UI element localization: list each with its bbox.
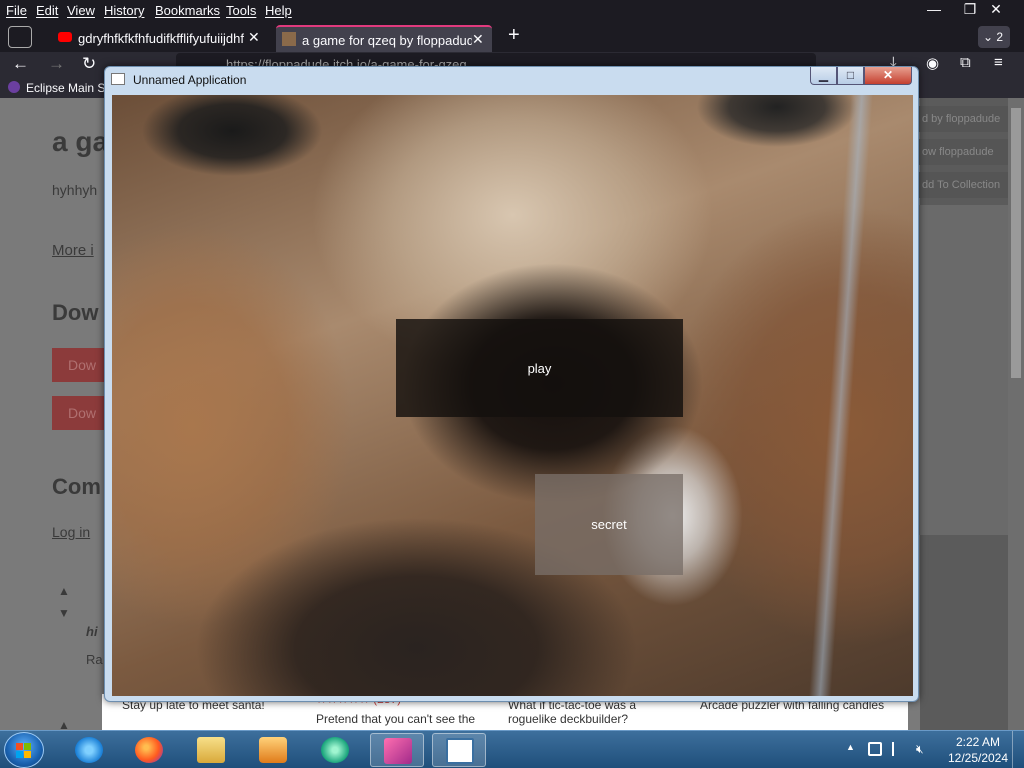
download-button[interactable]: Dow	[52, 348, 112, 382]
upvote-icon[interactable]: ▲	[58, 718, 70, 730]
app-titlebar[interactable]: Unnamed Application ▁ □ ✕	[105, 67, 918, 93]
eclipse-icon	[8, 81, 20, 93]
secret-button[interactable]: secret	[535, 474, 683, 575]
more-info-link[interactable]: More i	[52, 242, 94, 259]
comments-heading: Com	[52, 474, 101, 499]
secret-button-label: secret	[591, 517, 627, 532]
bookmark-item[interactable]: Eclipse Main Si	[26, 81, 108, 95]
media-player-icon	[259, 737, 287, 763]
youtube-icon	[58, 32, 72, 42]
taskbar-media-player[interactable]	[246, 733, 300, 767]
play-button[interactable]: play	[396, 319, 683, 417]
scrollbar-thumb[interactable]	[1011, 108, 1021, 378]
app-maximize-button[interactable]: □	[837, 67, 864, 85]
taskbar-internet-explorer[interactable]	[62, 733, 116, 767]
menu-tools[interactable]: Tools	[226, 3, 256, 18]
tab-label: a game for qzeq by floppadude	[302, 33, 472, 48]
menu-edit[interactable]: Edit	[36, 3, 58, 18]
show-desktop-button[interactable]	[1012, 731, 1024, 768]
network-icon[interactable]	[868, 742, 882, 756]
tab-itch-game[interactable]: a game for qzeq by floppadude ✕	[276, 25, 492, 52]
tab-close-icon[interactable]: ✕	[248, 29, 260, 46]
system-tray: ▲ 🔇︎ 2:22 AM 12/25/2024	[840, 731, 1024, 768]
by-author-button[interactable]: d by floppadude	[918, 106, 1008, 132]
comment-user: hi	[86, 624, 98, 639]
action-center-flag-icon[interactable]	[892, 742, 906, 756]
play-button-label: play	[527, 360, 552, 376]
chevron-down-icon: ⌄	[983, 30, 997, 44]
new-tab-button[interactable]: +	[508, 24, 520, 47]
menu-bookmarks[interactable]: Bookmarks	[155, 3, 220, 18]
menu-history[interactable]: History	[104, 3, 144, 18]
clock-date[interactable]: 12/25/2024	[942, 751, 1014, 765]
app-title: Unnamed Application	[133, 73, 247, 87]
extensions-icon[interactable]: ⧉	[960, 54, 971, 71]
forward-arrow-icon[interactable]: →	[48, 54, 65, 74]
internet-explorer-icon	[75, 737, 103, 763]
taskbar-unnamed-application[interactable]	[432, 733, 486, 767]
back-arrow-icon[interactable]: ←	[12, 54, 29, 74]
clock-time[interactable]: 2:22 AM	[948, 735, 1008, 749]
comment-text: Ra	[86, 652, 103, 667]
follow-button[interactable]: ow floppadude	[918, 139, 1008, 165]
page-scrollbar[interactable]	[1008, 98, 1024, 730]
tab-label: gdryfhfkfkfhfudifkfflifyufuiijdhf	[78, 31, 244, 46]
account-icon[interactable]: ◉	[926, 54, 939, 72]
browser-minimize-button[interactable]: —	[916, 0, 952, 20]
background-photo-streak	[808, 95, 874, 696]
app-minimize-button[interactable]: ▁	[810, 67, 837, 85]
hamburger-menu-icon[interactable]: ≡	[994, 54, 1003, 71]
browser-tabbar: gdryfhfkfkfhfudifkfflifyufuiijdhf ✕ a ga…	[0, 22, 1024, 52]
browser-close-button[interactable]: ✕	[978, 0, 1014, 20]
teal-app-icon	[321, 737, 349, 763]
tray-expand-arrow[interactable]: ▲	[846, 742, 855, 752]
taskbar-app-pink[interactable]	[370, 733, 424, 767]
firefox-icon	[135, 737, 163, 763]
windows-flag-icon	[16, 743, 31, 758]
windows-taskbar: ▲ 🔇︎ 2:22 AM 12/25/2024	[0, 730, 1024, 768]
app-window-icon	[111, 73, 125, 85]
page-title: a ga	[52, 126, 109, 157]
upvote-icon[interactable]: ▲	[58, 584, 70, 598]
start-button[interactable]	[4, 732, 44, 768]
app-window: Unnamed Application ▁ □ ✕ play secret	[104, 66, 919, 702]
menu-help[interactable]: Help	[265, 3, 292, 18]
login-link[interactable]: Log in	[52, 524, 90, 540]
add-to-collection-button[interactable]: dd To Collection	[918, 172, 1008, 198]
app-close-button[interactable]: ✕	[864, 67, 912, 85]
recommended-game-text[interactable]: What if tic-tac-toe was a roguelike deck…	[508, 698, 688, 726]
tab-close-icon[interactable]: ✕	[472, 31, 484, 48]
game-favicon-icon	[282, 32, 296, 46]
menu-view[interactable]: View	[67, 3, 95, 18]
downloads-heading: Dow	[52, 300, 99, 325]
window-icon	[446, 738, 474, 764]
tab-list-button[interactable]: ⌄ 2	[978, 26, 1010, 48]
taskbar-file-explorer[interactable]	[184, 733, 238, 767]
side-thumbnail	[918, 205, 1008, 535]
downvote-icon[interactable]: ▼	[58, 606, 70, 620]
browser-menubar: File Edit View History Bookmarks Tools H…	[0, 0, 1024, 22]
reload-icon[interactable]: ↻	[82, 54, 96, 74]
speaker-muted-icon[interactable]: 🔇︎	[916, 742, 930, 756]
side-panel: d by floppadude ow floppadude dd To Coll…	[918, 106, 1008, 535]
tab-count: 2	[996, 30, 1004, 44]
menu-file[interactable]: File	[6, 3, 27, 18]
game-canvas[interactable]: play secret	[112, 95, 913, 696]
tab-overview-icon[interactable]	[8, 26, 32, 48]
taskbar-app-teal[interactable]	[308, 733, 362, 767]
tab-youtube[interactable]: gdryfhfkfkfhfudifkfflifyufuiijdhf ✕	[52, 25, 272, 52]
recommended-game-text[interactable]: Pretend that you can't see the	[316, 712, 475, 726]
taskbar-firefox[interactable]	[122, 733, 176, 767]
download-button[interactable]: Dow	[52, 396, 112, 430]
pink-app-icon	[384, 738, 412, 764]
folder-icon	[197, 737, 225, 763]
page-subtitle: hyhhyh	[52, 182, 98, 198]
